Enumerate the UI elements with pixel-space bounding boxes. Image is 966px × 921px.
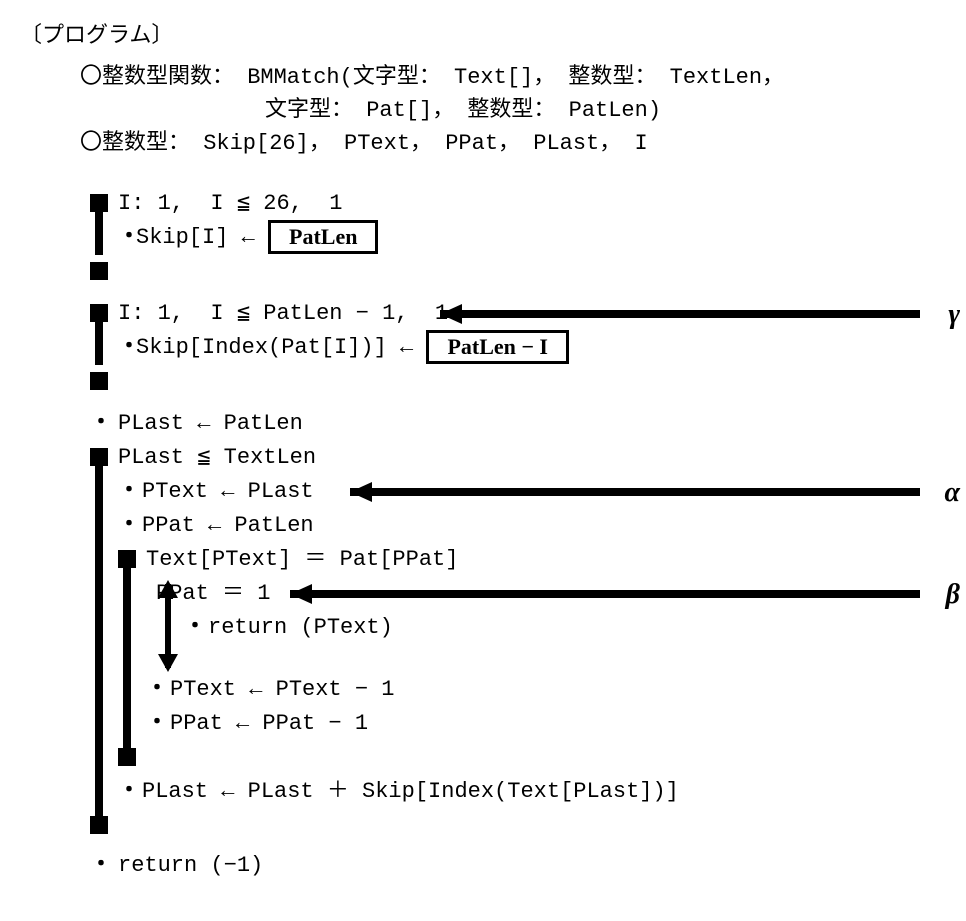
circle-bullet: 〇: [80, 127, 102, 160]
loop1-head-text: I: 1, I ≦ 26, 1: [118, 187, 342, 220]
program-title: 〔プログラム〕: [20, 20, 946, 53]
branch-head-text: PPat ＝ 1: [156, 577, 270, 610]
bullet-icon: ・: [118, 475, 136, 508]
bullet-icon: ・: [90, 407, 108, 440]
stmt-plast-skip: ・ PLast ← PLast ＋ Skip[Index(Text[PLast]…: [90, 774, 960, 808]
loop-start-marker: [90, 304, 108, 322]
stmt-text: PPat ← PatLen: [142, 509, 314, 542]
bullet-icon: ・: [146, 707, 164, 740]
decl-function-text: 整数型関数： BMMatch(文字型： Text[]， 整数型： TextLen…: [102, 61, 784, 94]
loop1-head: I: 1, I ≦ 26, 1: [90, 186, 960, 220]
stmt-ppat-dec: ・ PPat ← PPat − 1: [90, 706, 960, 740]
stmt-return-neg1: ・ return (−1): [90, 848, 960, 882]
loop-end-marker: [90, 816, 108, 834]
bullet-icon: ・: [118, 221, 136, 254]
stmt-text: PText ← PLast: [142, 475, 314, 508]
loop2-end: [90, 364, 960, 398]
circle-bullet: 〇: [80, 61, 102, 94]
bullet-icon: ・: [184, 611, 202, 644]
answer-box-2: PatLen − I: [426, 330, 569, 364]
branch-gap: [90, 644, 960, 672]
loop1-end: [90, 254, 960, 288]
answer-box-1: PatLen: [268, 220, 378, 254]
loop-end-marker: [90, 372, 108, 390]
decl-vars-text: 整数型： Skip[26]， PText， PPat， PLast， I: [102, 127, 648, 160]
header: 〔プログラム〕 〇 整数型関数： BMMatch(文字型： Text[]， 整数…: [20, 20, 946, 160]
bullet-icon: ・: [146, 673, 164, 706]
stmt-ptext-plast: ・ PText ← PLast α: [90, 474, 960, 508]
decl-function: 〇 整数型関数： BMMatch(文字型： Text[]， 整数型： TextL…: [80, 61, 946, 94]
loop2-head-text: I: 1, I ≦ PatLen − 1, 1: [118, 297, 448, 330]
arrow-beta: [290, 584, 920, 604]
loop4-head-text: Text[PText] ＝ Pat[PPat]: [146, 543, 458, 576]
loop4-head: Text[PText] ＝ Pat[PPat]: [90, 542, 960, 576]
stmt-plast-init: ・ PLast ← PatLen: [90, 406, 960, 440]
stmt-text: return (−1): [118, 849, 263, 882]
loop-start-marker: [118, 550, 136, 568]
arrow-alpha: [350, 482, 920, 502]
loop-end-marker: [90, 262, 108, 280]
loop-start-marker: [90, 448, 108, 466]
branch-body: ・ return (PText): [90, 610, 960, 644]
loop-start-marker: [90, 194, 108, 212]
decl-vars: 〇 整数型： Skip[26]， PText， PPat， PLast， I: [80, 127, 946, 160]
loop3-head-text: PLast ≦ TextLen: [118, 441, 316, 474]
stmt-text: PText ← PText − 1: [170, 673, 394, 706]
stmt-text: PLast ← PatLen: [118, 407, 303, 440]
loop3-end: [90, 808, 960, 842]
loop1-body: ・ Skip[I] ← PatLen: [90, 220, 960, 254]
arrow-gamma: [440, 304, 920, 324]
stmt-text: Skip[Index(Pat[I])] ←: [136, 331, 426, 364]
stmt-text: return (PText): [208, 611, 393, 644]
loop-end-marker: [118, 748, 136, 766]
loop4-end: [90, 740, 960, 774]
stmt-ppat-patlen: ・ PPat ← PatLen: [90, 508, 960, 542]
stmt-text: PPat ← PPat − 1: [170, 707, 368, 740]
branch-head: PPat ＝ 1 β: [90, 576, 960, 610]
bullet-icon: ・: [118, 509, 136, 542]
bullet-icon: ・: [90, 849, 108, 882]
bullet-icon: ・: [118, 775, 136, 808]
decl-function-cont: 文字型： Pat[]， 整数型： PatLen): [265, 94, 946, 127]
loop2-body: ・ Skip[Index(Pat[I])] ← PatLen − I: [90, 330, 960, 364]
bullet-icon: ・: [118, 331, 136, 364]
stmt-ptext-dec: ・ PText ← PText − 1: [90, 672, 960, 706]
code-area: I: 1, I ≦ 26, 1 ・ Skip[I] ← PatLen I: 1,…: [90, 186, 960, 882]
stmt-text: PLast ← PLast ＋ Skip[Index(Text[PLast])]: [142, 775, 679, 808]
stmt-text: Skip[I] ←: [136, 221, 268, 254]
loop2-head: I: 1, I ≦ PatLen − 1, 1 γ: [90, 296, 960, 330]
loop3-head: PLast ≦ TextLen: [90, 440, 960, 474]
